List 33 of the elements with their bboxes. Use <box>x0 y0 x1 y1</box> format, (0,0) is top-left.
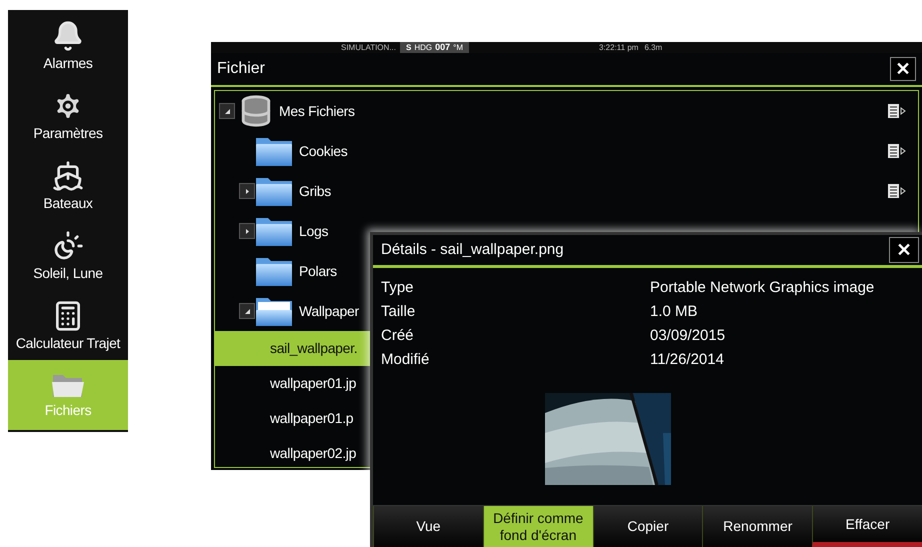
property-value: 03/09/2015 <box>650 326 726 346</box>
tree-label: wallpaper01.p <box>270 409 354 428</box>
sidebar-label: Bateaux <box>43 196 93 210</box>
property-label: Taille <box>381 302 416 322</box>
property-value: 11/26/2014 <box>650 350 724 370</box>
property-value: Portable Network Graphics image <box>650 278 874 298</box>
sidebar-label: Calculateur Trajet <box>16 336 120 350</box>
tree-label: Mes Fichiers <box>279 102 355 120</box>
property-label: Type <box>381 278 415 298</box>
status-text: S <box>406 44 412 52</box>
tree-label: Logs <box>299 222 328 241</box>
property-label: Créé <box>381 326 415 346</box>
sidebar-label: Fichiers <box>44 403 92 417</box>
tree-label: Wallpaper <box>299 302 359 321</box>
tree-label: Gribs <box>299 182 331 200</box>
tree-label: Polars <box>299 262 337 280</box>
status-text: °M <box>453 44 463 52</box>
sidebar-label: Soleil, Lune <box>33 266 103 280</box>
sidebar-label: Paramètres <box>33 126 103 140</box>
tree-label: wallpaper02.jp <box>270 444 356 463</box>
status-text: 6.3m <box>644 44 662 52</box>
sidebar-label: Alarmes <box>43 56 93 70</box>
window-title: Fichier <box>217 59 266 79</box>
property-label: Modifié <box>381 350 430 370</box>
tree-label: sail_wallpaper. <box>270 339 358 358</box>
status-text: SIMULATION... <box>341 44 396 52</box>
tree-label: Cookies <box>299 142 348 160</box>
status-text: 007 <box>435 43 450 52</box>
status-text: HDG <box>414 44 432 52</box>
tree-label: wallpaper01.jp <box>270 374 356 393</box>
dialog-title: Détails - sail_wallpaper.png <box>381 240 564 260</box>
property-value: 1.0 MB <box>650 302 698 322</box>
status-text: 3:22:11 pm <box>599 44 638 52</box>
